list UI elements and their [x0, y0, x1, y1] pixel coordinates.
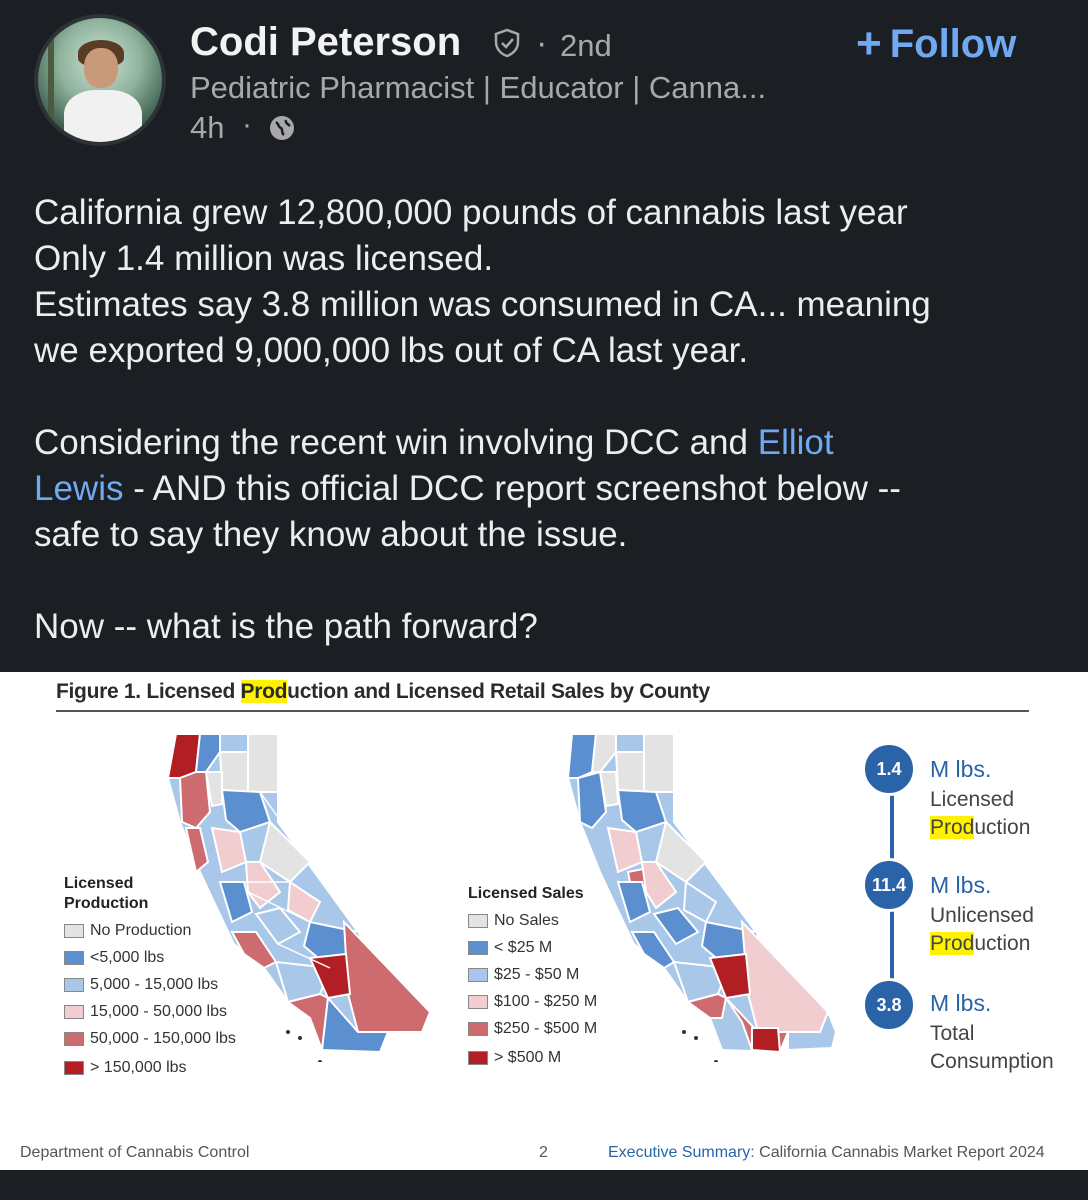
figure-rule [56, 710, 1029, 712]
separator-dot: · [242, 108, 252, 141]
separator-dot: · [536, 24, 548, 62]
legend-item: 50,000 - 150,000 lbs [64, 1030, 236, 1048]
footer-source: Department of Cannabis Control [20, 1144, 250, 1161]
legend-item: > 150,000 lbs [64, 1059, 187, 1077]
legend-item: 5,000 - 15,000 lbs [64, 976, 218, 994]
legend-item: < $25 M [468, 939, 552, 957]
avatar-face [84, 48, 118, 88]
post-line: safe to say they know about the issue. [34, 515, 628, 554]
post-line: Lewis - AND this official DCC report scr… [34, 466, 1064, 512]
legend-item: 15,000 - 50,000 lbs [64, 1003, 227, 1021]
legend-item: $25 - $50 M [468, 966, 579, 984]
stat-label: Licensed Production [930, 788, 1031, 839]
report-figure-image[interactable]: Figure 1. Licensed Production and Licens… [0, 672, 1088, 1170]
post-line: Estimates say 3.8 million was consumed i… [34, 285, 931, 324]
post-time: 4h [190, 110, 225, 145]
plus-icon: + [856, 19, 882, 68]
post-line: we exported 9,000,000 lbs out of CA last… [34, 331, 749, 370]
legend-item: No Sales [468, 912, 559, 930]
post-text: Considering the recent win involving DCC… [34, 423, 758, 462]
legend-item: > $500 M [468, 1049, 561, 1067]
mention-link[interactable]: Lewis [34, 469, 123, 508]
sales-map [566, 733, 838, 1062]
linkedin-post: Codi Peterson · 2nd + Follow Pediatric P… [0, 0, 1088, 672]
legend-item: No Production [64, 922, 191, 940]
post-line: Only 1.4 million was licensed. [34, 239, 494, 278]
avatar-background [48, 28, 54, 138]
post-line: Considering the recent win involving DCC… [34, 420, 1064, 466]
stat-label: Total Consumption [930, 1022, 1054, 1073]
connection-degree: 2nd [560, 28, 612, 63]
production-legend-title: Licensed Production [64, 875, 149, 912]
author-avatar[interactable] [34, 14, 166, 146]
mention-link[interactable]: Elliot [758, 423, 834, 462]
post-text: - AND this official DCC report screensho… [123, 469, 901, 508]
legend-item: <5,000 lbs [64, 949, 164, 967]
globe-icon [270, 116, 294, 140]
stat-badge: 1.4 [862, 742, 916, 796]
footer-report-title: Executive Summary: California Cannabis M… [608, 1144, 1045, 1161]
avatar-coat [64, 90, 142, 142]
post-body: California grew 12,800,000 pounds of can… [34, 190, 1064, 650]
figure-title: Figure 1. Licensed Production and Licens… [56, 680, 710, 703]
follow-button[interactable]: + Follow [856, 18, 1016, 70]
stat-badge: 3.8 [862, 978, 916, 1032]
post-line: Now -- what is the path forward? [34, 607, 538, 646]
author-name[interactable]: Codi Peterson [190, 20, 461, 65]
author-headline: Pediatric Pharmacist | Educator | Canna.… [190, 70, 767, 105]
legend-item: $100 - $250 M [468, 993, 597, 1011]
footer-page-number: 2 [539, 1144, 548, 1161]
stat-label: Unlicensed Production [930, 904, 1034, 955]
bottom-bar [0, 1170, 1088, 1200]
legend-item: $250 - $500 M [468, 1020, 597, 1038]
stat-unit: M lbs. [930, 990, 992, 1016]
follow-label: Follow [889, 21, 1017, 66]
stat-badge: 11.4 [862, 858, 916, 912]
sales-legend-title: Licensed Sales [468, 885, 584, 902]
stat-unit: M lbs. [930, 756, 992, 782]
verified-shield-icon [494, 28, 520, 58]
post-line: California grew 12,800,000 pounds of can… [34, 193, 908, 232]
stat-unit: M lbs. [930, 872, 992, 898]
